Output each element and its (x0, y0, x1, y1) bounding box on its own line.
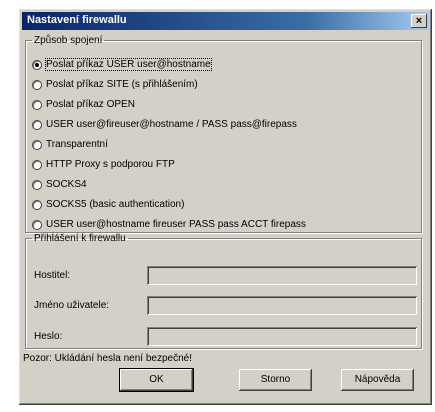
connection-option[interactable]: SOCKS5 (basic authentication) (32, 198, 184, 211)
radio-button[interactable] (32, 99, 42, 110)
radio-button[interactable] (32, 199, 42, 210)
radio-button[interactable] (32, 79, 42, 90)
connection-option[interactable]: Transparentní (32, 138, 108, 151)
connection-option-label: USER user@hostname fireuser PASS pass AC… (46, 219, 306, 230)
firewall-settings-dialog: Nastavení firewallu × Způsob spojení Pos… (18, 8, 433, 406)
radio-button[interactable] (32, 159, 42, 170)
connection-option[interactable]: USER user@hostname fireuser PASS pass AC… (32, 218, 306, 231)
password-label: Heslo: (34, 331, 63, 342)
host-input[interactable] (147, 266, 417, 285)
connection-option[interactable]: Poslat příkaz SITE (s přihlášením) (32, 78, 198, 91)
connection-option[interactable]: Poslat příkaz USER user@hostname (32, 58, 212, 71)
connection-option[interactable]: SOCKS4 (32, 178, 87, 191)
connection-option-label: Poslat příkaz SITE (s přihlášením) (46, 79, 198, 90)
firewall-login-legend: Přihlášení k firewallu (34, 233, 126, 244)
connection-option-label: SOCKS4 (46, 179, 87, 190)
connection-method-group: Způsob spojení Poslat příkaz USER user@h… (25, 35, 422, 233)
username-label: Jméno uživatele: (34, 300, 110, 311)
connection-method-legend: Způsob spojení (34, 35, 103, 46)
firewall-login-group: Přihlášení k firewallu Hostitel: Jméno u… (25, 233, 422, 349)
connection-option-label: Poslat příkaz OPEN (46, 99, 135, 110)
radio-button[interactable] (32, 179, 42, 190)
radio-button[interactable] (32, 219, 42, 230)
password-input[interactable] (147, 327, 417, 346)
dialog-title: Nastavení firewallu (27, 14, 127, 26)
connection-option-label: Poslat příkaz USER user@hostname (45, 58, 212, 71)
title-bar[interactable]: Nastavení firewallu × (22, 12, 429, 30)
close-button[interactable]: × (411, 14, 427, 28)
connection-option-label: HTTP Proxy s podporou FTP (46, 159, 175, 170)
connection-option[interactable]: HTTP Proxy s podporou FTP (32, 158, 175, 171)
host-label: Hostitel: (34, 270, 71, 281)
connection-option[interactable]: Poslat příkaz OPEN (32, 98, 135, 111)
connection-option-label: USER user@fireuser@hostname / PASS pass@… (46, 119, 297, 130)
ok-button[interactable]: OK (119, 368, 194, 392)
close-icon: × (415, 15, 423, 27)
connection-option-label: Transparentní (46, 139, 108, 150)
connection-option-label: SOCKS5 (basic authentication) (46, 199, 185, 210)
username-input[interactable] (147, 296, 417, 315)
cancel-button[interactable]: Storno (239, 369, 312, 391)
radio-button[interactable] (32, 59, 42, 70)
radio-button[interactable] (32, 119, 42, 130)
password-warning: Pozor: Ukládání hesla není bezpečné! (23, 353, 192, 364)
radio-button[interactable] (32, 139, 42, 150)
connection-option[interactable]: USER user@fireuser@hostname / PASS pass@… (32, 118, 297, 131)
help-button[interactable]: Nápověda (341, 369, 414, 391)
